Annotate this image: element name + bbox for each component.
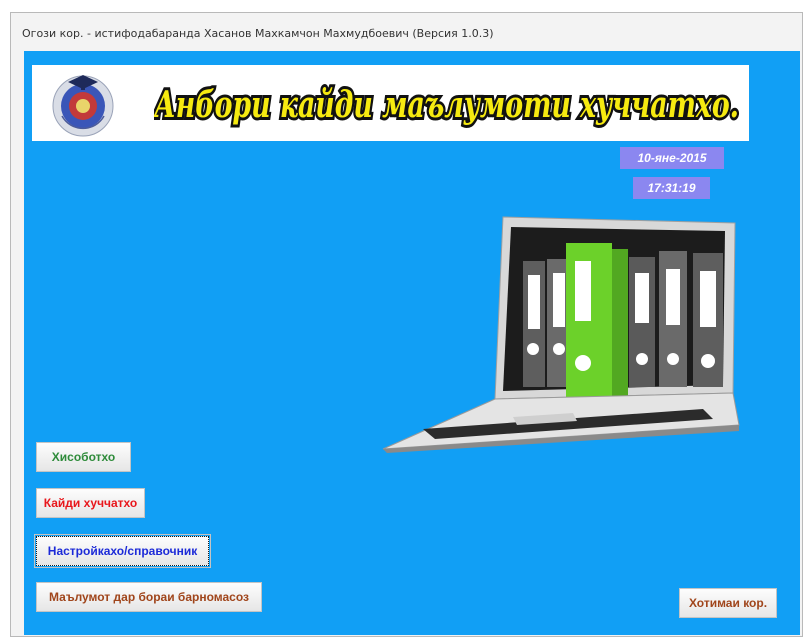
- window-title: Огози кор. - истифодабаранда Хасанов Мах…: [22, 27, 494, 40]
- banner: Анбори кайди маълумоти хуччатхо.: [32, 65, 749, 141]
- app-window: Огози кор. - истифодабаранда Хасанов Мах…: [10, 12, 803, 637]
- documents-button[interactable]: Кайди хуччатхо: [36, 488, 145, 518]
- time-display: 17:31:19: [633, 177, 710, 199]
- about-button[interactable]: Маълумот дар бораи барномасоз: [36, 582, 262, 612]
- svg-text:Анбори кайди маълумоти хуччатх: Анбори кайди маълумоти хуччатхо.: [154, 84, 739, 126]
- banner-title: Анбори кайди маълумоти хуччатхо.: [154, 81, 742, 129]
- title-bar[interactable]: Огози кор. - истифодабаранда Хасанов Мах…: [11, 13, 802, 51]
- exit-button[interactable]: Хотимаи кор.: [679, 588, 777, 618]
- date-display: 10-яне-2015: [620, 147, 724, 169]
- university-emblem-icon: [52, 75, 114, 137]
- settings-button[interactable]: Настройкахо/справочник: [34, 534, 211, 568]
- reports-button[interactable]: Хисоботхо: [36, 442, 131, 472]
- laptop-with-binders-icon: [382, 216, 740, 453]
- main-form: Анбори кайди маълумоти хуччатхо. 10-яне-…: [24, 51, 800, 635]
